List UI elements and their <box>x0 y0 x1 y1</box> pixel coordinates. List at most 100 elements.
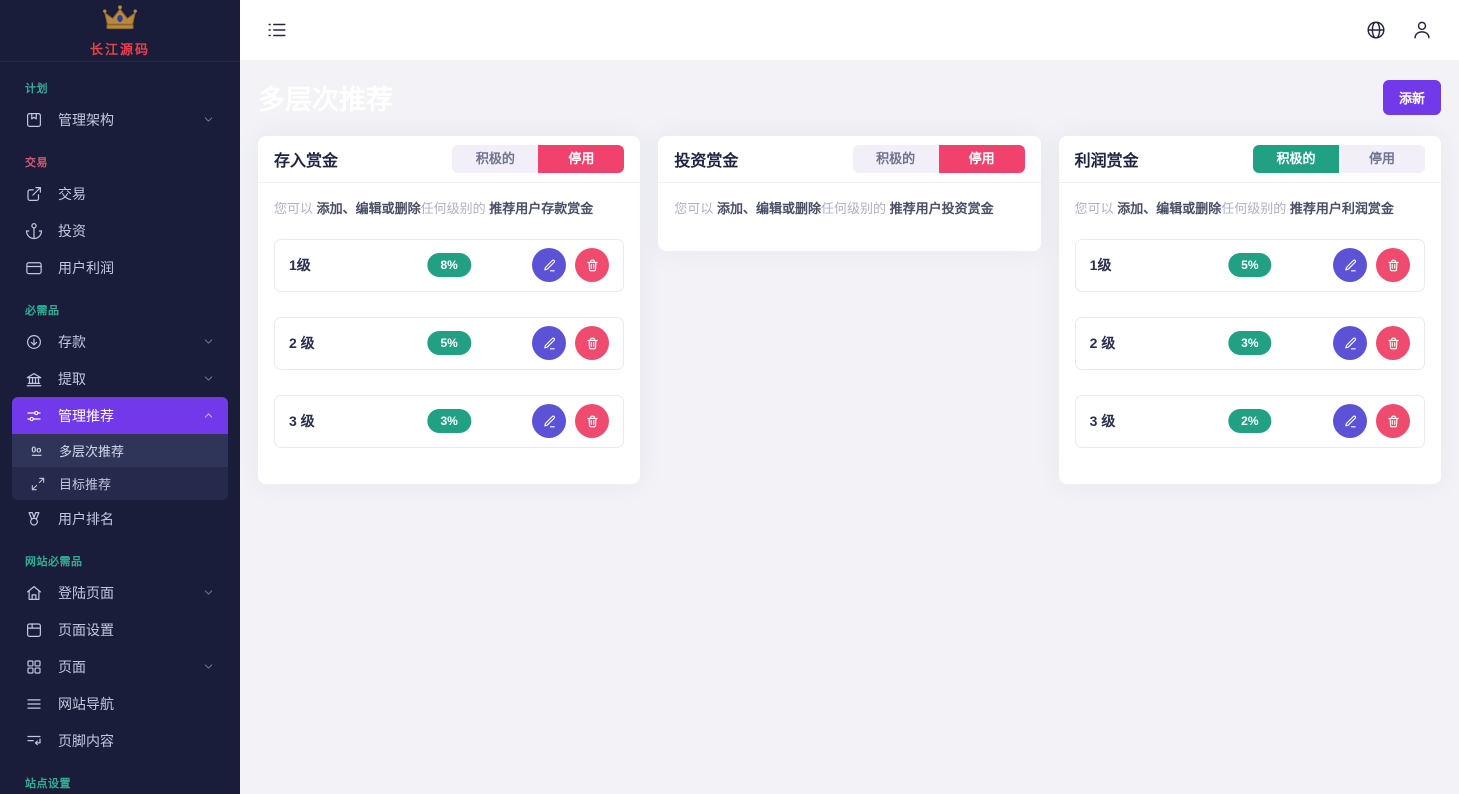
sidebar-item-label: 页脚内容 <box>58 731 114 751</box>
level-label: 2 级 <box>289 333 315 353</box>
status-toggle: 积极的 停用 <box>1253 145 1425 173</box>
sidebar-nav: 计划 管理架构 交易 交易 投资 用户利润 必 <box>0 62 240 794</box>
percent-badge: 2% <box>1228 409 1271 433</box>
card-description: 您可以 添加、编辑或删除任何级别的 推荐用户利润赏金 <box>1075 200 1425 219</box>
sidebar-subitem-multilevel-referral[interactable]: 0o 多层次推荐 <box>12 434 228 467</box>
chevron-down-icon <box>202 372 215 385</box>
chevron-down-icon <box>202 660 215 673</box>
toggle-disabled-button[interactable]: 停用 <box>939 145 1025 173</box>
medal-icon <box>25 510 43 528</box>
delete-button[interactable] <box>575 248 609 282</box>
toggle-active-button[interactable]: 积极的 <box>853 145 939 173</box>
level-row: 1级 5% <box>1075 239 1425 292</box>
sidebar-item-user-profit[interactable]: 用户利润 <box>0 249 240 286</box>
section-essentials: 必需品 <box>0 302 240 318</box>
edit-button[interactable] <box>1333 404 1367 438</box>
section-trade: 交易 <box>0 154 240 170</box>
sidebar-item-page-settings[interactable]: 页面设置 <box>0 611 240 648</box>
edit-button[interactable] <box>532 404 566 438</box>
pen-icon <box>542 414 557 429</box>
invest-bonus-card: 投资赏金 积极的 停用 您可以 添加、编辑或删除任何级别的 推荐用户投资赏金 <box>658 136 1040 251</box>
footer-content-icon <box>25 732 43 750</box>
toggle-disabled-button[interactable]: 停用 <box>1339 145 1425 173</box>
edit-button[interactable] <box>1333 326 1367 360</box>
sidebar-item-label: 管理架构 <box>58 110 114 130</box>
sidebar-item-deposit[interactable]: 存款 <box>0 323 240 360</box>
sidebar-item-manage-structure[interactable]: 管理架构 <box>0 101 240 138</box>
main-area: 多层次推荐 添新 存入赏金 积极的 停用 您可以 添加、编辑或删除任何级别的 推… <box>240 0 1459 794</box>
trash-icon <box>1386 258 1401 273</box>
card-title: 利润赏金 <box>1075 147 1139 171</box>
page-title: 多层次推荐 <box>258 78 393 117</box>
sidebar-item-label: 登陆页面 <box>58 583 114 603</box>
sidebar-item-user-ranking[interactable]: 用户排名 <box>0 500 240 537</box>
sidebar-item-manage-referral[interactable]: 管理推荐 <box>12 397 228 434</box>
percent-badge: 8% <box>427 253 470 277</box>
percent-badge: 5% <box>427 331 470 355</box>
toggle-active-button[interactable]: 积极的 <box>1253 145 1339 173</box>
delete-button[interactable] <box>1376 404 1410 438</box>
add-new-button[interactable]: 添新 <box>1383 80 1441 115</box>
edit-button[interactable] <box>532 248 566 282</box>
level-row: 1级 8% <box>274 239 624 292</box>
arrow-down-circle-icon <box>25 333 43 351</box>
pen-icon <box>1343 336 1358 351</box>
grid-icon <box>25 658 43 676</box>
edit-button[interactable] <box>532 326 566 360</box>
trash-icon <box>585 414 600 429</box>
sidebar-item-pages[interactable]: 页面 <box>0 648 240 685</box>
logo[interactable]: 长江源码 <box>0 0 240 62</box>
sidebar-item-label: 页面设置 <box>58 620 114 640</box>
percent-badge: 5% <box>1228 253 1271 277</box>
logo-text: 长江源码 <box>90 39 150 58</box>
section-plan: 计划 <box>0 80 240 96</box>
sidebar-item-landing-page[interactable]: 登陆页面 <box>0 574 240 611</box>
level-row: 2 级 3% <box>1075 317 1425 370</box>
sidebar-item-site-nav[interactable]: 网站导航 <box>0 685 240 722</box>
sidebar-item-label: 管理推荐 <box>58 406 114 426</box>
delete-button[interactable] <box>575 404 609 438</box>
chevron-down-icon <box>202 113 215 126</box>
toggle-active-button[interactable]: 积极的 <box>452 145 538 173</box>
profit-bonus-card: 利润赏金 积极的 停用 您可以 添加、编辑或删除任何级别的 推荐用户利润赏金 1… <box>1059 136 1441 484</box>
bonus-cards: 存入赏金 积极的 停用 您可以 添加、编辑或删除任何级别的 推荐用户存款赏金 1… <box>258 136 1441 484</box>
level-row: 3 级 3% <box>274 395 624 448</box>
globe-icon[interactable] <box>1365 19 1387 41</box>
sidebar-item-footer-content[interactable]: 页脚内容 <box>0 722 240 759</box>
page-content: 多层次推荐 添新 存入赏金 积极的 停用 您可以 添加、编辑或删除任何级别的 推… <box>240 61 1459 794</box>
level-label: 3 级 <box>289 411 315 431</box>
sidebar-item-withdraw[interactable]: 提取 <box>0 360 240 397</box>
sidebar-toggle-list-icon[interactable] <box>266 19 288 41</box>
delete-button[interactable] <box>1376 326 1410 360</box>
trash-icon <box>1386 414 1401 429</box>
card-title: 存入赏金 <box>274 147 338 171</box>
sidebar-item-label: 用户排名 <box>58 509 114 529</box>
delete-button[interactable] <box>1376 248 1410 282</box>
edit-button[interactable] <box>1333 248 1367 282</box>
level-row: 2 级 5% <box>274 317 624 370</box>
card-description: 您可以 添加、编辑或删除任何级别的 推荐用户投资赏金 <box>674 200 1024 219</box>
sidebar-item-invest[interactable]: 投资 <box>0 212 240 249</box>
deposit-bonus-card: 存入赏金 积极的 停用 您可以 添加、编辑或删除任何级别的 推荐用户存款赏金 1… <box>258 136 640 484</box>
expand-arrows-icon <box>30 476 46 492</box>
pen-icon <box>542 336 557 351</box>
toggle-disabled-button[interactable]: 停用 <box>538 145 624 173</box>
percent-badge: 3% <box>1228 331 1271 355</box>
status-toggle: 积极的 停用 <box>853 145 1025 173</box>
pen-icon <box>1343 258 1358 273</box>
percent-badge: 3% <box>427 409 470 433</box>
bank-icon <box>25 370 43 388</box>
topbar <box>240 0 1459 61</box>
bookmark-square-icon <box>25 111 43 129</box>
sidebar-item-label: 交易 <box>58 184 86 204</box>
user-icon[interactable] <box>1411 19 1433 41</box>
manage-referral-submenu: 0o 多层次推荐 目标推荐 <box>12 434 228 500</box>
sidebar-subitem-target-referral[interactable]: 目标推荐 <box>12 467 228 500</box>
crown-logo-icon <box>99 3 141 38</box>
sidebar-subitem-label: 目标推荐 <box>59 474 111 493</box>
svg-text:0o: 0o <box>31 444 41 454</box>
numeric-levels-icon: 0o <box>30 443 46 459</box>
trash-icon <box>585 336 600 351</box>
delete-button[interactable] <box>575 326 609 360</box>
sidebar-item-trade[interactable]: 交易 <box>0 175 240 212</box>
